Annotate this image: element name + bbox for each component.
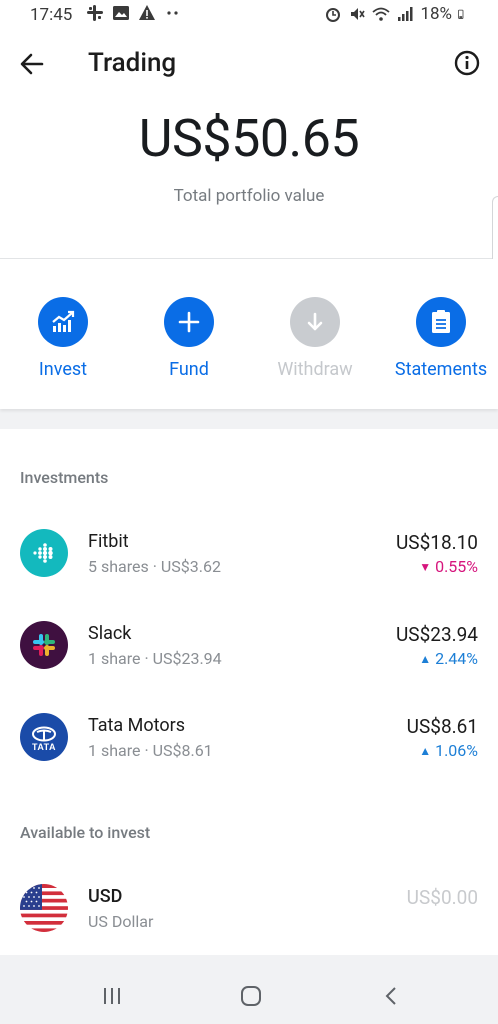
actions-bar: Invest Fund Withdraw Statements (0, 259, 498, 409)
withdraw-button[interactable]: Withdraw (252, 259, 378, 409)
info-icon[interactable] (452, 48, 482, 78)
currency-balance: US$0.00 (406, 886, 478, 909)
system-nav-bar (0, 966, 498, 1024)
fund-button-circle[interactable] (164, 297, 214, 347)
invest-button[interactable]: Invest (0, 259, 126, 409)
investment-name: Slack (88, 623, 132, 644)
investment-shares: 1 share · US$8.61 (88, 741, 213, 760)
available-heading: Available to invest (20, 823, 151, 842)
investment-row-tata-motors[interactable]: TATA Tata Motors 1 share · US$8.61 US$8.… (0, 713, 498, 783)
currency-name: US Dollar (88, 912, 154, 931)
signal-icon (398, 7, 413, 21)
triangle-up-icon: ▲ (419, 744, 432, 758)
tata-logo: TATA (20, 713, 68, 761)
investment-row-slack[interactable]: Slack 1 share · US$23.94 US$23.94 ▲ 2.44% (0, 621, 498, 691)
warning-icon (139, 5, 155, 20)
invest-label: Invest (38, 359, 88, 380)
app-bar: Trading (0, 30, 498, 100)
investment-change-value: 2.44% (435, 649, 478, 668)
statements-button-circle[interactable] (416, 297, 466, 347)
investment-change: ▲ 2.44% (419, 649, 478, 668)
tata-logo-text: TATA (32, 742, 56, 752)
currency-code: USD (88, 886, 123, 907)
investment-row-fitbit[interactable]: Fitbit 5 shares · US$3.62 US$18.10 ▼ 0.55… (0, 529, 498, 599)
investments-heading: Investments (20, 468, 109, 487)
investment-name: Tata Motors (88, 715, 186, 736)
investment-shares: 1 share · US$23.94 (88, 649, 222, 668)
holdings-list: Investments Fitbit 5 shares · US$3.62 US… (0, 429, 498, 955)
investment-change: ▲ 1.06% (419, 741, 478, 760)
recent-apps-button[interactable] (97, 982, 127, 1010)
battery-percentage: 18% (420, 4, 452, 24)
investment-change-value: 1.06% (435, 741, 478, 760)
recent-apps-icon (104, 988, 120, 1004)
slack-notification-icon (87, 5, 103, 21)
page-title: Trading (88, 48, 177, 78)
battery-icon (458, 9, 464, 19)
home-button[interactable] (236, 982, 266, 1010)
triangle-down-icon: ▼ (419, 560, 432, 574)
image-notification-icon (113, 6, 129, 20)
status-notification-icons (86, 4, 182, 22)
arrow-down-icon (307, 312, 323, 331)
back-nav-icon (385, 987, 396, 1005)
status-time: 17:45 (30, 5, 73, 25)
investment-value: US$23.94 (395, 623, 478, 646)
investment-change: ▼ 0.55% (419, 557, 478, 576)
back-arrow-icon[interactable] (14, 46, 50, 82)
withdraw-label: Withdraw (277, 359, 353, 380)
triangle-up-icon: ▲ (419, 652, 432, 666)
investment-value: US$8.61 (406, 715, 478, 738)
status-system-icons: 18% (324, 4, 468, 24)
investment-change-value: 0.55% (435, 557, 478, 576)
slack-logo (20, 621, 68, 669)
withdraw-button-circle[interactable] (290, 297, 340, 347)
portfolio-label: Total portfolio value (173, 186, 325, 206)
more-dots-icon (167, 11, 178, 15)
mute-icon (351, 8, 366, 20)
alarm-icon (326, 8, 341, 22)
portfolio-summary: US$50.65 Total portfolio value (0, 100, 498, 259)
cash-row-usd[interactable]: USD US Dollar US$0.00 (0, 884, 498, 954)
fund-label: Fund (169, 359, 209, 380)
invest-button-circle[interactable] (38, 297, 88, 347)
wifi-icon (372, 7, 391, 21)
chart-up-icon (52, 310, 75, 332)
investment-value: US$18.10 (395, 531, 478, 554)
statements-label: Statements (394, 359, 488, 380)
plus-icon (178, 311, 200, 333)
document-icon (432, 310, 450, 333)
home-icon (241, 986, 261, 1006)
statements-button[interactable]: Statements (378, 259, 498, 409)
us-flag-icon (20, 884, 68, 932)
fund-button[interactable]: Fund (126, 259, 252, 409)
fitbit-logo (20, 529, 68, 577)
investment-name: Fitbit (88, 531, 129, 552)
back-nav-button[interactable] (376, 982, 406, 1010)
status-bar: 17:45 18% (0, 0, 498, 30)
portfolio-value: US$50.65 (138, 108, 360, 169)
investment-shares: 5 shares · US$3.62 (88, 557, 221, 576)
